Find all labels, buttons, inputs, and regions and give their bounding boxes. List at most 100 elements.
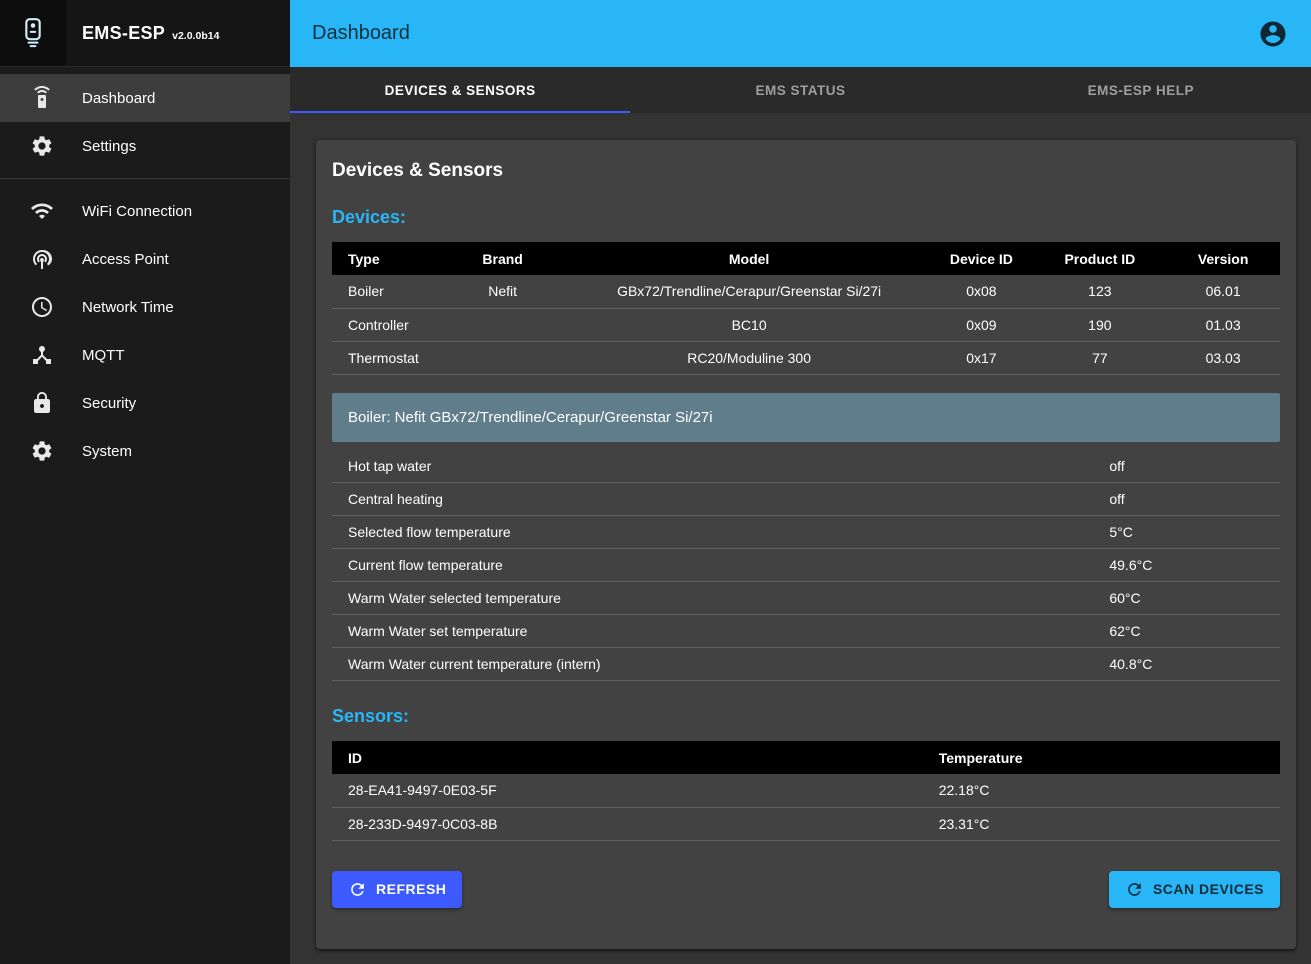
device-row-boiler[interactable]: Boiler Nefit GBx72/Trendline/Cerapur/Gre… <box>332 275 1280 308</box>
devices-table-header-row: Type Brand Model Device ID Product ID Ve… <box>332 242 1280 275</box>
sidebar-item-settings[interactable]: Settings <box>0 122 290 170</box>
cell-model: RC20/Moduline 300 <box>569 341 929 374</box>
clock-icon <box>30 295 54 319</box>
cell-brand <box>436 308 569 341</box>
account-button[interactable] <box>1257 18 1289 50</box>
cell-device-id: 0x08 <box>929 275 1033 308</box>
sensor-row: 28-EA41-9497-0E03-5F 22.18°C <box>332 774 1280 807</box>
cell-product-id: 190 <box>1034 308 1167 341</box>
detail-row: Selected flow temperature 5°C <box>332 516 1280 549</box>
devices-table: Type Brand Model Device ID Product ID Ve… <box>332 242 1280 375</box>
sensors-heading: Sensors: <box>332 706 1280 727</box>
sidebar-header: EMS-ESP v2.0.0b14 <box>0 0 290 67</box>
wifi-icon <box>30 199 54 223</box>
tab-label: DEVICES & SENSORS <box>385 83 536 98</box>
cell-device-id: 0x09 <box>929 308 1033 341</box>
device-detail-table: Hot tap water off Central heating off Se… <box>332 450 1280 682</box>
sensor-row: 28-233D-9497-0C03-8B 23.31°C <box>332 807 1280 840</box>
tab-bar: DEVICES & SENSORS EMS STATUS EMS-ESP HEL… <box>290 67 1311 113</box>
appbar: Dashboard <box>290 0 1311 67</box>
lock-icon <box>30 391 54 415</box>
detail-value: 5°C <box>1109 516 1280 549</box>
card-title: Devices & Sensors <box>332 160 1280 182</box>
cell-product-id: 77 <box>1034 341 1167 374</box>
app-title-group: EMS-ESP v2.0.0b14 <box>82 23 219 44</box>
col-header-id: ID <box>332 741 939 774</box>
action-buttons-row: REFRESH SCAN DEVICES <box>332 871 1280 908</box>
app-logo <box>0 0 66 66</box>
scan-devices-button[interactable]: SCAN DEVICES <box>1109 871 1280 908</box>
content-area: Devices & Sensors Devices: Type Brand Mo… <box>290 113 1311 964</box>
device-row-thermostat[interactable]: Thermostat RC20/Moduline 300 0x17 77 03.… <box>332 341 1280 374</box>
cell-type: Boiler <box>332 275 436 308</box>
detail-value: off <box>1109 450 1280 483</box>
detail-label: Warm Water current temperature (intern) <box>332 648 1109 681</box>
detail-row: Warm Water current temperature (intern) … <box>332 648 1280 681</box>
sidebar-item-label: MQTT <box>82 347 125 364</box>
ems-esp-logo-icon <box>17 17 49 49</box>
col-header-product-id: Product ID <box>1034 242 1167 275</box>
app-title: EMS-ESP <box>82 23 165 44</box>
detail-row: Hot tap water off <box>332 450 1280 483</box>
sensor-id: 28-233D-9497-0C03-8B <box>332 807 939 840</box>
col-header-device-id: Device ID <box>929 242 1033 275</box>
detail-value: off <box>1109 483 1280 516</box>
sidebar-item-security[interactable]: Security <box>0 379 290 427</box>
col-header-type: Type <box>332 242 436 275</box>
col-header-brand: Brand <box>436 242 569 275</box>
sensor-temperature: 23.31°C <box>939 807 1280 840</box>
refresh-button-label: REFRESH <box>376 881 446 897</box>
device-row-controller[interactable]: Controller BC10 0x09 190 01.03 <box>332 308 1280 341</box>
detail-value: 49.6°C <box>1109 549 1280 582</box>
detail-row: Warm Water set temperature 62°C <box>332 615 1280 648</box>
menu-divider <box>0 178 290 179</box>
sidebar-item-access-point[interactable]: Access Point <box>0 235 290 283</box>
refresh-icon <box>348 880 367 899</box>
account-circle-icon <box>1258 19 1288 49</box>
tab-ems-esp-help[interactable]: EMS-ESP HELP <box>971 67 1311 113</box>
cell-type: Controller <box>332 308 436 341</box>
sidebar-item-label: Settings <box>82 138 136 155</box>
tab-label: EMS STATUS <box>755 83 845 98</box>
col-header-temperature: Temperature <box>939 741 1280 774</box>
sidebar-item-label: Security <box>82 395 136 412</box>
detail-value: 62°C <box>1109 615 1280 648</box>
main-column: Dashboard DEVICES & SENSORS EMS STATUS E… <box>290 0 1311 964</box>
sensor-id: 28-EA41-9497-0E03-5F <box>332 774 939 807</box>
gear-icon <box>30 134 54 158</box>
devices-sensors-card: Devices & Sensors Devices: Type Brand Mo… <box>316 140 1296 949</box>
detail-row: Current flow temperature 49.6°C <box>332 549 1280 582</box>
detail-label: Selected flow temperature <box>332 516 1109 549</box>
tab-devices-sensors[interactable]: DEVICES & SENSORS <box>290 67 630 113</box>
sensors-table-header-row: ID Temperature <box>332 741 1280 774</box>
sidebar-item-system[interactable]: System <box>0 427 290 475</box>
detail-value: 60°C <box>1109 582 1280 615</box>
cell-model: GBx72/Trendline/Cerapur/Greenstar Si/27i <box>569 275 929 308</box>
device-hub-icon <box>30 343 54 367</box>
cell-type: Thermostat <box>332 341 436 374</box>
col-header-model: Model <box>569 242 929 275</box>
sidebar-item-label: Access Point <box>82 251 169 268</box>
detail-value: 40.8°C <box>1109 648 1280 681</box>
detail-label: Warm Water selected temperature <box>332 582 1109 615</box>
cell-version: 06.01 <box>1166 275 1280 308</box>
detail-label: Warm Water set temperature <box>332 615 1109 648</box>
cell-product-id: 123 <box>1034 275 1167 308</box>
remote-icon <box>30 86 54 110</box>
sidebar-item-wifi-connection[interactable]: WiFi Connection <box>0 187 290 235</box>
col-header-version: Version <box>1166 242 1280 275</box>
sensor-temperature: 22.18°C <box>939 774 1280 807</box>
scan-devices-button-label: SCAN DEVICES <box>1153 881 1264 897</box>
sidebar-item-network-time[interactable]: Network Time <box>0 283 290 331</box>
tab-ems-status[interactable]: EMS STATUS <box>630 67 970 113</box>
device-detail-header: Boiler: Nefit GBx72/Trendline/Cerapur/Gr… <box>332 393 1280 442</box>
sidebar-item-dashboard[interactable]: Dashboard <box>0 74 290 122</box>
app-root: EMS-ESP v2.0.0b14 Dashboard Settings WiF… <box>0 0 1311 964</box>
detail-label: Hot tap water <box>332 450 1109 483</box>
cell-version: 03.03 <box>1166 341 1280 374</box>
cell-brand: Nefit <box>436 275 569 308</box>
sidebar: EMS-ESP v2.0.0b14 Dashboard Settings WiF… <box>0 0 290 964</box>
cell-model: BC10 <box>569 308 929 341</box>
sidebar-item-mqtt[interactable]: MQTT <box>0 331 290 379</box>
refresh-button[interactable]: REFRESH <box>332 871 462 908</box>
